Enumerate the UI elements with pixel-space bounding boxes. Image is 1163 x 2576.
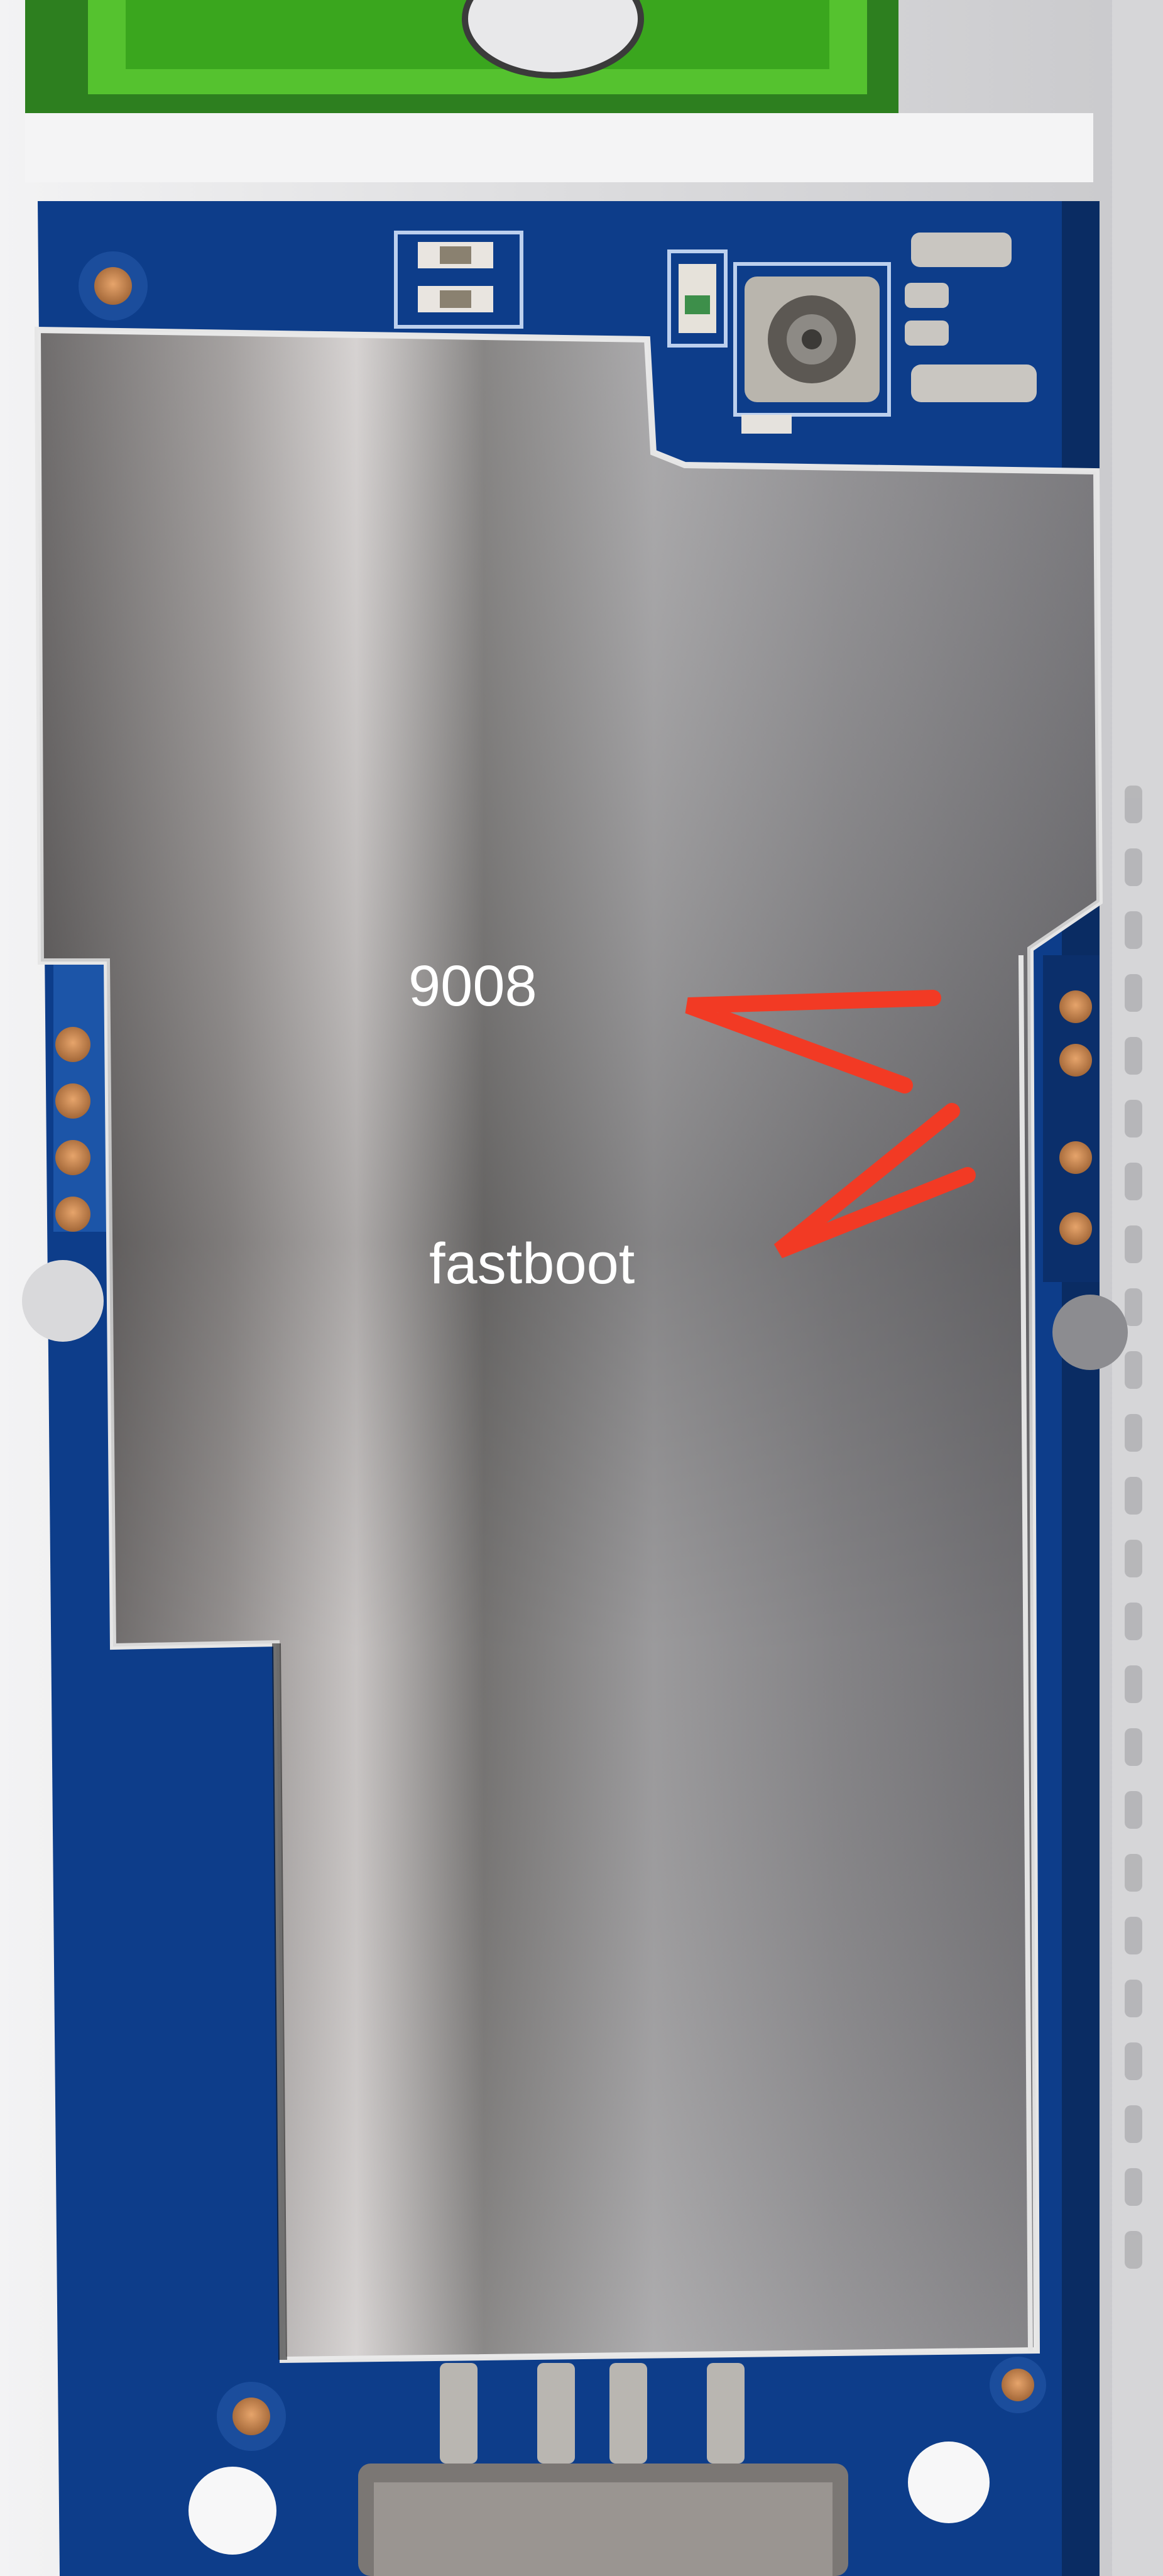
pcb-photo: 9008 fastboot <box>0 0 1163 2576</box>
shield-inner-fold-left <box>272 1643 287 2360</box>
mount-hole-bottom-left-pad <box>232 2398 270 2435</box>
label-9008: 9008 <box>408 954 537 1018</box>
mount-hole-bottom-right-pad <box>1002 2369 1034 2401</box>
white-hole-bottom-left <box>188 2467 276 2555</box>
label-fastboot: fastboot <box>429 1232 635 1296</box>
mount-hole-top-left-pad <box>94 267 132 305</box>
white-hole-bottom-right <box>908 2442 990 2523</box>
